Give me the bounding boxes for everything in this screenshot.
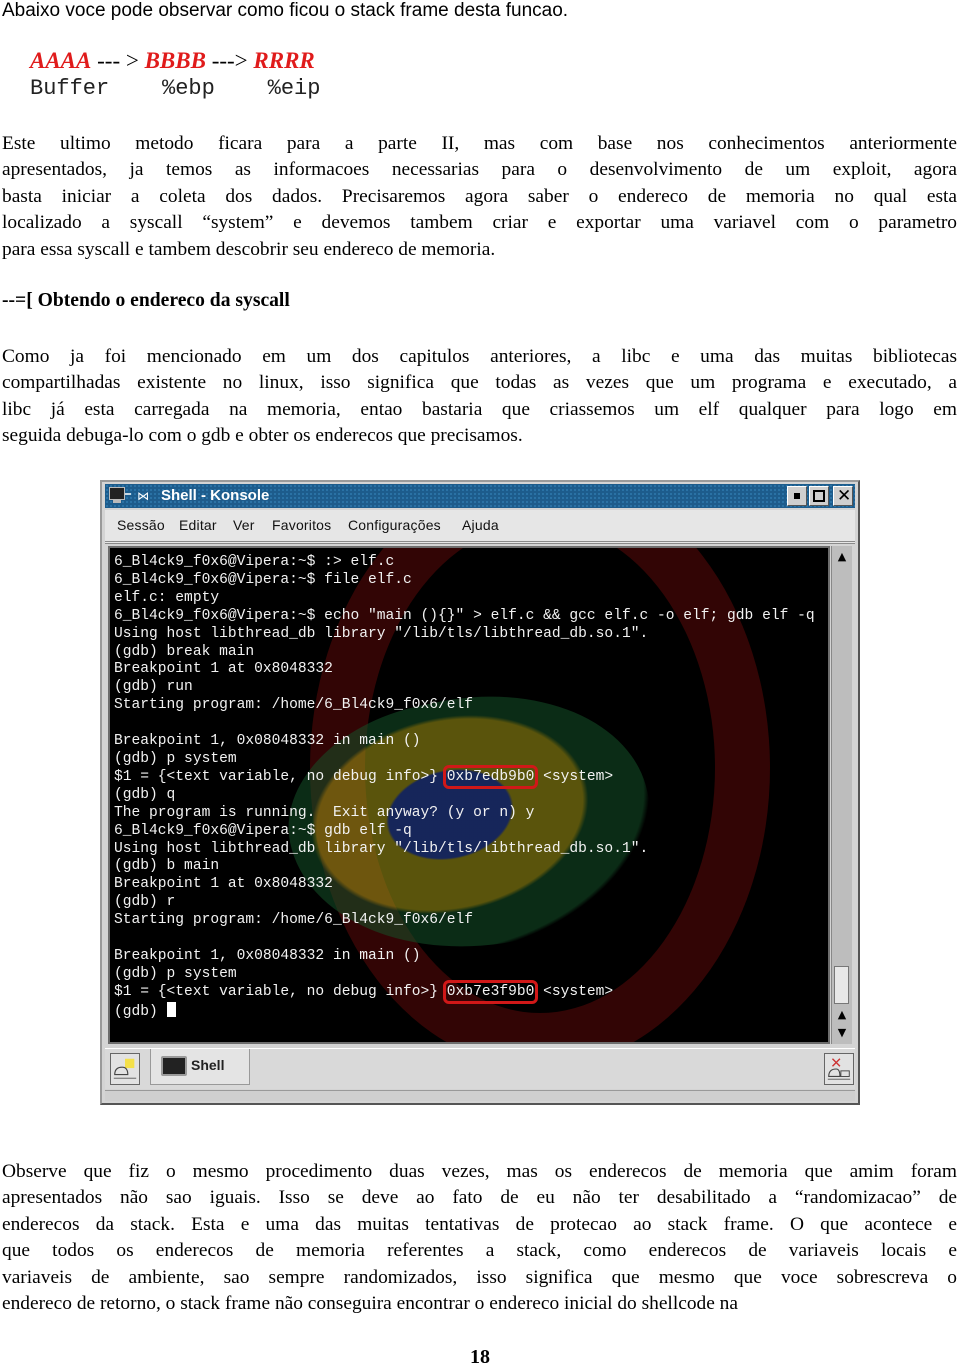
terminal-text: $1 = {<text variable, no debug info>} bbox=[114, 983, 447, 1000]
paragraph-line: enderecos da stack. Esta e uma das muita… bbox=[2, 1213, 957, 1235]
konsole-screenshot: ⋈ Shell - Konsole ✕ Sessão Editar Ver Fa… bbox=[100, 480, 860, 1105]
terminal-line: (gdb) break main bbox=[114, 643, 255, 660]
terminal-line: (gdb) p system bbox=[114, 965, 237, 982]
terminal-text: (gdb) bbox=[114, 1003, 167, 1020]
buffer-cell: AAAA bbox=[30, 48, 92, 73]
close-session-button[interactable] bbox=[824, 1053, 854, 1085]
scrollbar-thumb[interactable] bbox=[834, 966, 849, 1004]
terminal-line: 6_Bl4ck9_f0x6@Vipera:~$ :> elf.c bbox=[114, 554, 395, 570]
window-titlebar[interactable]: ⋈ Shell - Konsole ✕ bbox=[105, 484, 855, 508]
terminal-line: Breakpoint 1 at 0x8048332 bbox=[114, 661, 333, 678]
window-status-bar bbox=[105, 1090, 855, 1101]
window-title: Shell - Konsole bbox=[161, 487, 270, 504]
scroll-down-arrow-icon[interactable]: ▼ bbox=[835, 1026, 849, 1040]
terminal-line: 6_Bl4ck9_f0x6@Vipera:~$ file elf.c bbox=[114, 571, 412, 588]
terminal-scrollbar[interactable]: ▲ ▲ ▼ bbox=[831, 546, 852, 1044]
paragraph-3: Observe que fiz o mesmo procedimento dua… bbox=[2, 1159, 957, 1317]
close-session-icon bbox=[827, 1058, 851, 1080]
terminal-line: Breakpoint 1, 0x08048332 in main () bbox=[114, 947, 421, 964]
register-labels: Buffer %ebp %eip bbox=[30, 76, 321, 101]
arrow: ---> bbox=[205, 48, 254, 73]
arrow: --- > bbox=[91, 48, 145, 73]
scroll-up-arrow-icon[interactable]: ▲ bbox=[835, 1008, 849, 1022]
terminal-text: <system> bbox=[534, 983, 614, 1000]
terminal-text: <system> bbox=[534, 768, 614, 785]
paragraph-line: Este ultimo metodo ficara para a parte I… bbox=[2, 133, 957, 154]
terminal-line: (gdb) b main bbox=[114, 858, 220, 875]
terminal-line: Starting program: /home/6_Bl4ck9_f0x6/el… bbox=[114, 697, 474, 714]
paragraph-line: basta iniciar a coleta dos dados. Precis… bbox=[2, 185, 957, 207]
terminal-line: (gdb) bbox=[114, 1001, 815, 1022]
terminal-output[interactable]: 6_Bl4ck9_f0x6@Vipera:~$ :> elf.c 6_Bl4ck9… bbox=[108, 546, 830, 1044]
minimize-button[interactable] bbox=[787, 486, 807, 506]
paragraph-line: libc já esta carregada na memoria, entao… bbox=[2, 398, 957, 420]
paragraph-1: Este ultimo metodo ficara para a parte I… bbox=[2, 131, 957, 263]
terminal-line: (gdb) run bbox=[114, 679, 193, 696]
terminal-line: Breakpoint 1 at 0x8048332 bbox=[114, 876, 333, 893]
menu-favoritos[interactable]: Favoritos bbox=[272, 517, 331, 533]
stack-frame-diagram: AAAA --- > BBBB ---> RRRR bbox=[30, 48, 315, 74]
paragraph-line: Como ja foi mencionado em um dos capitul… bbox=[2, 346, 957, 367]
menu-editar[interactable]: Editar bbox=[179, 517, 217, 533]
intro-text: Abaixo voce pode observar como ficou o s… bbox=[2, 0, 569, 21]
maximize-button[interactable] bbox=[809, 486, 829, 506]
terminal-line: elf.c: empty bbox=[114, 589, 220, 606]
menu-configuracoes[interactable]: Configurações bbox=[348, 517, 441, 533]
terminal-text: $1 = {<text variable, no debug info>} bbox=[114, 768, 447, 785]
paragraph-2: Como ja foi mencionado em um dos capitul… bbox=[2, 344, 957, 450]
session-tab-bar: Shell bbox=[105, 1048, 855, 1089]
page-number: 18 bbox=[470, 1346, 490, 1368]
paragraph-line: variaveis de ambiente, sao sempre random… bbox=[2, 1266, 957, 1288]
terminal-cursor bbox=[166, 1001, 176, 1017]
paragraph-line: endereco de retorno, o stack frame não c… bbox=[2, 1293, 738, 1315]
highlighted-address: 0xb7e3f9b0 bbox=[442, 979, 539, 1004]
tab-label: Shell bbox=[191, 1057, 225, 1073]
terminal-line: Using host libthread_db library "/lib/tl… bbox=[114, 840, 649, 857]
terminal-line: Starting program: /home/6_Bl4ck9_f0x6/el… bbox=[114, 912, 474, 929]
eip-cell: RRRR bbox=[253, 48, 315, 73]
terminal-icon bbox=[161, 1056, 187, 1076]
new-session-icon bbox=[113, 1058, 137, 1080]
scroll-up-arrow-icon[interactable]: ▲ bbox=[835, 550, 849, 564]
terminal-line: (gdb) r bbox=[114, 894, 176, 911]
menu-ajuda[interactable]: Ajuda bbox=[462, 517, 499, 533]
terminal-lines: 6_Bl4ck9_f0x6@Vipera:~$ :> elf.c 6_Bl4ck9… bbox=[114, 554, 815, 1022]
terminal-line: Using host libthread_db library "/lib/tl… bbox=[114, 625, 649, 642]
pin-icon[interactable]: ⋈ bbox=[137, 489, 149, 503]
terminal-line: (gdb) p system bbox=[114, 750, 237, 767]
paragraph-line: localizado a syscall “system” e devemos … bbox=[2, 212, 957, 234]
menu-sessao[interactable]: Sessão bbox=[117, 517, 165, 533]
menu-ver[interactable]: Ver bbox=[233, 517, 255, 533]
paragraph-line: apresentados, ja temos as informacoes ne… bbox=[2, 159, 957, 181]
terminal-line: $1 = {<text variable, no debug info>} 0x… bbox=[114, 979, 815, 1004]
close-icon: ✕ bbox=[837, 486, 852, 506]
terminal-line: 6_Bl4ck9_f0x6@Vipera:~$ echo "main (){}"… bbox=[114, 607, 815, 624]
paragraph-line: que todos os enderecos de memoria refere… bbox=[2, 1240, 957, 1262]
close-button[interactable]: ✕ bbox=[833, 486, 853, 506]
highlighted-address: 0xb7edb9b0 bbox=[442, 764, 539, 789]
tab-shell[interactable]: Shell bbox=[150, 1049, 250, 1085]
terminal-line: (gdb) q bbox=[114, 786, 176, 803]
paragraph-line: Observe que fiz o mesmo procedimento dua… bbox=[2, 1161, 957, 1182]
terminal-line: $1 = {<text variable, no debug info>} 0x… bbox=[114, 764, 815, 789]
section-heading: --=[ Obtendo o endereco da syscall bbox=[2, 290, 290, 311]
menu-bar: Sessão Editar Ver Favoritos Configuraçõe… bbox=[105, 510, 855, 544]
terminal-line: Breakpoint 1, 0x08048332 in main () bbox=[114, 733, 421, 750]
terminal-line: The program is running. Exit anyway? (y … bbox=[114, 804, 535, 821]
terminal-line: 6_Bl4ck9_f0x6@Vipera:~$ gdb elf -q bbox=[114, 822, 412, 839]
new-session-button[interactable] bbox=[110, 1053, 140, 1085]
paragraph-line: para essa syscall e tambem descobrir seu… bbox=[2, 238, 496, 260]
ebp-cell: BBBB bbox=[144, 48, 206, 73]
paragraph-line: compartilhadas existente no linux, isso … bbox=[2, 372, 957, 394]
konsole-app-icon bbox=[109, 487, 131, 503]
paragraph-line: seguida debuga-lo com o gdb e obter os e… bbox=[2, 425, 523, 447]
paragraph-line: apresentados não sao iguais. Isso se dev… bbox=[2, 1187, 957, 1209]
